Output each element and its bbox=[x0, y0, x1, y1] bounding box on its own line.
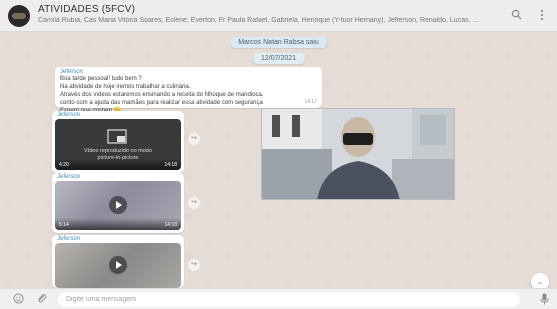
video-size: 5:14 bbox=[59, 222, 69, 228]
date-chip: 12/07/2021 bbox=[252, 53, 305, 64]
message-line: conto com a ajuda das mamães para realiz… bbox=[60, 100, 263, 106]
chevron-down-icon[interactable]: ⌄ bbox=[531, 273, 549, 288]
message-time: 14:17 bbox=[304, 99, 317, 105]
text-message[interactable]: Jeferson Boa tarde pessoal! tudo bem ? N… bbox=[55, 67, 322, 114]
chat-header[interactable]: ATIVIDADES (5FCV) Camila Rubia, Cas Mari… bbox=[0, 0, 557, 32]
video-info-bar bbox=[55, 218, 181, 230]
pip-video-frame bbox=[262, 109, 454, 199]
message-line: Boa tarde pessoal! tudo bem ? bbox=[60, 76, 142, 82]
video-thumbnail[interactable]: Vídeo reproduzido no modo picture-in-pic… bbox=[55, 119, 181, 170]
pip-icon bbox=[107, 129, 127, 149]
system-notice: Marcos Natan Rabsa saiu bbox=[230, 37, 327, 48]
play-icon[interactable] bbox=[109, 255, 127, 274]
search-icon[interactable] bbox=[509, 9, 523, 23]
play-icon[interactable] bbox=[109, 195, 127, 214]
message-sender[interactable]: Jeferson bbox=[57, 236, 80, 242]
share-icon[interactable]: ↪ bbox=[188, 259, 200, 271]
video-message[interactable]: Jeferson bbox=[52, 235, 184, 288]
message-input[interactable] bbox=[58, 292, 520, 307]
composer-bar bbox=[0, 288, 557, 309]
video-info-bar bbox=[55, 158, 181, 170]
video-time: 14:18 bbox=[164, 162, 177, 168]
video-thumbnail[interactable]: 5:14 14:18 bbox=[55, 181, 181, 230]
group-avatar[interactable] bbox=[8, 5, 30, 27]
video-time: 14:18 bbox=[164, 222, 177, 228]
video-message[interactable]: Jeferson 5:14 14:18 bbox=[52, 173, 184, 233]
share-icon[interactable]: ↪ bbox=[188, 197, 200, 209]
pip-video-window[interactable] bbox=[261, 108, 455, 200]
message-line: Através dos vídeos estaremos ensinando a… bbox=[60, 92, 264, 98]
video-size: 4:20 bbox=[59, 162, 69, 168]
more-vert-icon[interactable] bbox=[535, 9, 549, 23]
group-members: Camila Rubia, Cas Maria Vitória Soares, … bbox=[38, 17, 478, 24]
video-message[interactable]: Jeferson Vídeo reproduzido no modo pictu… bbox=[52, 111, 184, 173]
message-sender[interactable]: Jeferson bbox=[57, 174, 80, 180]
mic-icon[interactable] bbox=[537, 293, 551, 307]
video-thumbnail[interactable] bbox=[55, 243, 181, 288]
share-icon[interactable]: ↪ bbox=[188, 133, 200, 145]
group-title[interactable]: ATIVIDADES (5FCV) bbox=[38, 4, 135, 15]
emoji-icon[interactable] bbox=[11, 293, 25, 307]
message-line: Na atividade de hoje iremos trabalhar a … bbox=[60, 84, 191, 90]
attach-icon[interactable] bbox=[34, 293, 48, 307]
message-sender[interactable]: Jeferson bbox=[57, 112, 80, 118]
